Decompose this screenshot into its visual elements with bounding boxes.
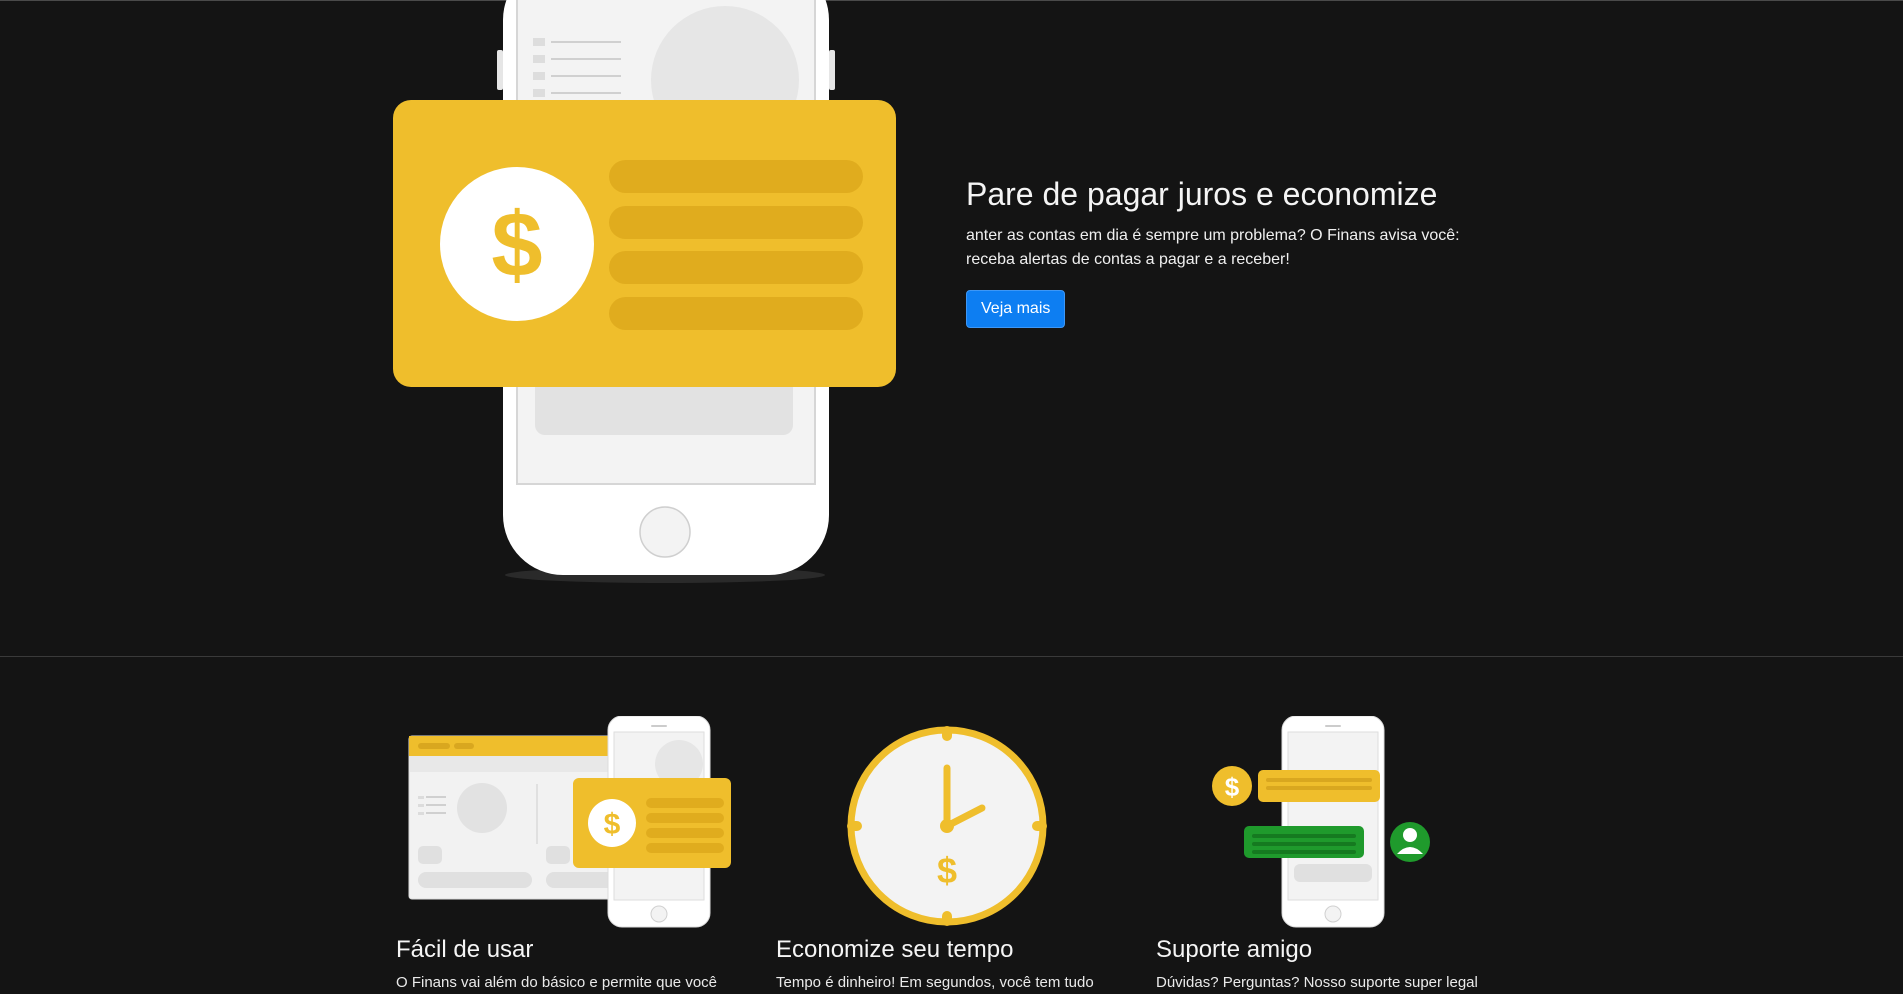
phone-with-dollar-card-icon: $: [393, 0, 903, 590]
feature-text: O Finans vai além do básico e permite qu…: [396, 974, 717, 991]
hero-text: Pare de pagar juros e economize anter as…: [966, 172, 1486, 328]
features-section: $ Fácil de usar O Finans vai além do bás…: [396, 715, 1506, 991]
svg-text:$: $: [491, 194, 542, 296]
clock-dollar-icon: $: [776, 716, 1136, 932]
hero-section: $ Pare de pagar juros e economize anter …: [0, 0, 1903, 656]
feature-save-time: $ Economize seu tempo Tempo é dinheiro! …: [776, 716, 1136, 991]
phone-chat-support-icon: $: [1156, 715, 1516, 932]
feature-title: Fácil de usar: [396, 936, 534, 963]
veja-mais-button[interactable]: Veja mais: [966, 290, 1066, 328]
section-divider: [0, 656, 1903, 657]
svg-text:$: $: [937, 850, 957, 891]
hero-description: anter as contas em dia é sempre um probl…: [966, 227, 1460, 268]
desktop-and-phone-dollar-icon: $: [396, 715, 756, 932]
feature-title: Suporte amigo: [1156, 936, 1313, 963]
hero-title: Pare de pagar juros e economize: [966, 176, 1438, 212]
svg-text:$: $: [1225, 772, 1240, 802]
svg-text:$: $: [604, 808, 621, 841]
feature-text: Tempo é dinheiro! Em segundos, você tem …: [776, 974, 1094, 991]
feature-support: $ Suporte amigo Dúvidas? Perguntas? Noss…: [1156, 715, 1516, 991]
feature-title: Economize seu tempo: [776, 936, 1014, 963]
feature-text: Dúvidas? Perguntas? Nosso suporte super …: [1156, 974, 1478, 991]
feature-easy-to-use: $ Fácil de usar O Finans vai além do bás…: [396, 715, 756, 991]
